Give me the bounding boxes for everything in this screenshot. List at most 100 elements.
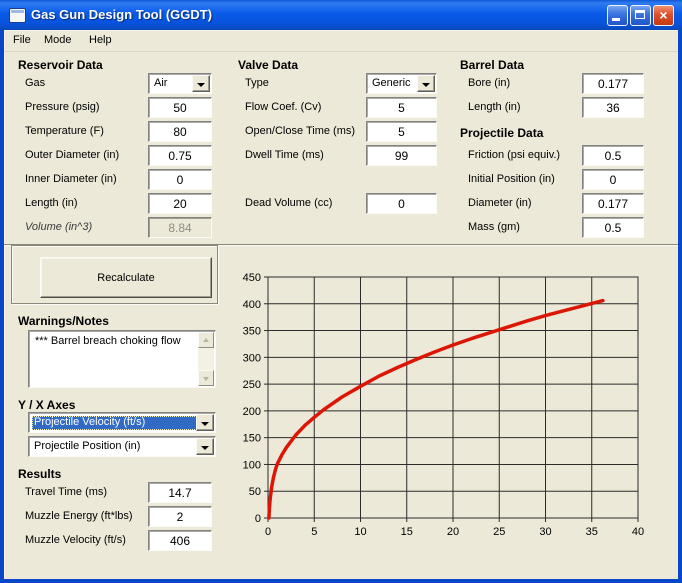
svg-text:5: 5	[311, 526, 317, 538]
svg-text:0: 0	[255, 513, 261, 525]
initial-position-in-field[interactable]	[582, 169, 644, 190]
svg-text:25: 25	[493, 526, 505, 538]
svg-text:15: 15	[401, 526, 413, 538]
bore-in-label: Bore (in)	[468, 77, 510, 89]
svg-text:250: 250	[243, 379, 261, 391]
x-axis-combo[interactable]: Projectile Position (in)	[28, 436, 216, 457]
valve-section-title: Valve Data	[238, 58, 298, 72]
friction-psi-equiv-field[interactable]	[582, 145, 644, 166]
y-axis-combo-button[interactable]	[196, 414, 214, 431]
temperature-f-label: Temperature (F)	[25, 125, 104, 137]
svg-text:350: 350	[243, 326, 261, 338]
menu-bar: File Mode Help	[4, 30, 678, 52]
flow-coef-cv-label: Flow Coef. (Cv)	[245, 101, 321, 113]
scroll-up-button[interactable]	[198, 332, 214, 348]
svg-text:300: 300	[243, 352, 261, 364]
bore-in-field[interactable]	[582, 73, 644, 94]
velocity-chart: 0510152025303540050100150200250300350400…	[230, 255, 660, 545]
length-in-field[interactable]	[148, 193, 212, 214]
minimize-icon	[612, 18, 620, 21]
type-label: Type	[245, 77, 269, 89]
pressure-psig-label: Pressure (psig)	[25, 101, 100, 113]
temperature-f-field[interactable]	[148, 121, 212, 142]
title-bar[interactable]: Gas Gun Design Tool (GGDT) ×	[0, 0, 682, 30]
dwell-time-ms-field[interactable]	[366, 145, 437, 166]
diameter-in-label: Diameter (in)	[468, 197, 532, 209]
chevron-down-icon	[422, 83, 430, 87]
warnings-box[interactable]: *** Barrel breach choking flow	[28, 330, 216, 388]
warning-text: *** Barrel breach choking flow	[35, 335, 193, 347]
dead-volume-cc-label: Dead Volume (cc)	[245, 197, 332, 209]
mass-gm-field[interactable]	[582, 217, 644, 238]
gas-combo-button[interactable]	[192, 75, 210, 92]
length-in-field[interactable]	[582, 97, 644, 118]
scroll-down-button[interactable]	[198, 370, 214, 386]
svg-text:150: 150	[243, 433, 261, 445]
y-axis-combo-value: Projectile Velocity (ft/s)	[32, 416, 197, 430]
svg-text:50: 50	[249, 486, 261, 498]
type-combo-button[interactable]	[417, 75, 435, 92]
outer-diameter-in-field[interactable]	[148, 145, 212, 166]
flow-coef-cv-field[interactable]	[366, 97, 437, 118]
muzzle-velocity-ft-s-field[interactable]	[148, 530, 212, 551]
travel-time-ms-label: Travel Time (ms)	[25, 486, 107, 498]
arrow-up-icon	[203, 338, 209, 342]
y-axis-combo[interactable]: Projectile Velocity (ft/s)	[28, 412, 216, 433]
open-close-time-ms-field[interactable]	[366, 121, 437, 142]
outer-diameter-in-label: Outer Diameter (in)	[25, 149, 119, 161]
dead-volume-cc-field[interactable]	[366, 193, 437, 214]
chevron-down-icon	[201, 422, 209, 426]
inner-diameter-in-field[interactable]	[148, 169, 212, 190]
close-icon: ×	[654, 7, 673, 24]
friction-psi-equiv-label: Friction (psi equiv.)	[468, 149, 560, 161]
chevron-down-icon	[197, 83, 205, 87]
gas-combo-value: Air	[152, 77, 193, 91]
maximize-button[interactable]	[630, 5, 651, 26]
svg-text:10: 10	[354, 526, 366, 538]
results-section-title: Results	[18, 467, 61, 481]
svg-text:0: 0	[265, 526, 271, 538]
gas-label: Gas	[25, 77, 45, 89]
type-combo[interactable]: Generic	[366, 73, 437, 94]
projectile-section-title: Projectile Data	[460, 126, 543, 140]
close-button[interactable]: ×	[653, 5, 674, 26]
minimize-button[interactable]	[607, 5, 628, 26]
type-combo-value: Generic	[370, 77, 418, 91]
menu-help[interactable]: Help	[89, 34, 112, 46]
pressure-psig-field[interactable]	[148, 97, 212, 118]
chevron-down-icon	[201, 446, 209, 450]
x-axis-combo-value: Projectile Position (in)	[32, 440, 197, 454]
arrow-down-icon	[203, 377, 209, 381]
svg-text:450: 450	[243, 272, 261, 284]
axes-title: Y / X Axes	[18, 398, 75, 412]
gas-combo[interactable]: Air	[148, 73, 212, 94]
length-in-label: Length (in)	[25, 197, 78, 209]
reservoir-section-title: Reservoir Data	[18, 58, 103, 72]
dwell-time-ms-label: Dwell Time (ms)	[245, 149, 324, 161]
svg-text:100: 100	[243, 459, 261, 471]
window-title: Gas Gun Design Tool (GGDT)	[31, 7, 212, 22]
recalculate-button[interactable]: Recalculate	[40, 257, 212, 298]
svg-text:20: 20	[447, 526, 459, 538]
app-icon	[9, 8, 26, 23]
svg-text:35: 35	[586, 526, 598, 538]
svg-text:400: 400	[243, 299, 261, 311]
x-axis-combo-button[interactable]	[196, 438, 214, 455]
inner-diameter-in-label: Inner Diameter (in)	[25, 173, 117, 185]
muzzle-velocity-ft-s-label: Muzzle Velocity (ft/s)	[25, 534, 126, 546]
muzzle-energy-ft-lbs-label: Muzzle Energy (ft*lbs)	[25, 510, 133, 522]
mass-gm-label: Mass (gm)	[468, 221, 520, 233]
warnings-scrollbar[interactable]	[198, 332, 214, 386]
barrel-section-title: Barrel Data	[460, 58, 524, 72]
muzzle-energy-ft-lbs-field[interactable]	[148, 506, 212, 527]
menu-mode[interactable]: Mode	[44, 34, 72, 46]
svg-text:200: 200	[243, 406, 261, 418]
volume-in-3-field	[148, 217, 212, 238]
volume-in-3-label: Volume (in^3)	[25, 221, 92, 233]
maximize-icon	[635, 10, 645, 19]
diameter-in-field[interactable]	[582, 193, 644, 214]
menu-file[interactable]: File	[13, 34, 31, 46]
travel-time-ms-field[interactable]	[148, 482, 212, 503]
warnings-title: Warnings/Notes	[18, 314, 109, 328]
svg-text:40: 40	[632, 526, 644, 538]
